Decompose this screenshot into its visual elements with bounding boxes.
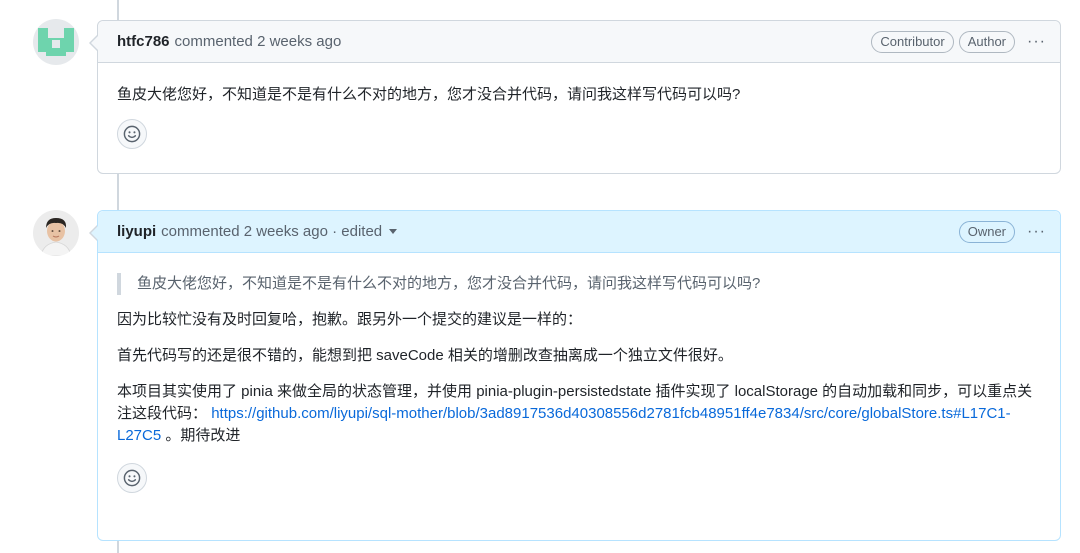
contributor-badge: Contributor	[871, 30, 954, 53]
comment-paragraph: 鱼皮大佬您好，不知道是不是有什么不对的地方，您才没合并代码，请问我这样写代码可以…	[117, 86, 741, 103]
smiley-icon	[123, 469, 141, 487]
comment-meta[interactable]: commented 2 weeks ago · edited	[161, 223, 382, 240]
smiley-icon	[123, 125, 141, 143]
add-reaction-button[interactable]	[117, 119, 147, 149]
kebab-horizontal-icon[interactable]: ···	[1027, 223, 1046, 241]
comment-body: 鱼皮大佬您好，不知道是不是有什么不对的地方，您才没合并代码，请问我这样写代码可以…	[98, 63, 1060, 149]
comment-body: 鱼皮大佬您好，不知道是不是有什么不对的地方，您才没合并代码，请问我这样写代码可以…	[98, 253, 1060, 493]
comment-paragraph: 因为比较忙没有及时回复哈，抱歉。跟另外一个提交的建议是一样的：	[117, 311, 583, 328]
timeline-line	[117, 174, 119, 210]
comment-text: 。期待改进	[165, 427, 241, 444]
comment-header: htfc786 commented 2 weeks ago Contributo…	[98, 21, 1060, 63]
code-link[interactable]: https://github.com/liyupi/sql-mother/blo…	[117, 405, 1011, 444]
triangle-down-icon[interactable]	[389, 229, 398, 234]
timeline-line	[117, 541, 119, 553]
author-badge: Author	[958, 30, 1016, 53]
comment-htfc786: htfc786 commented 2 weeks ago Contributo…	[89, 20, 1061, 174]
comment-paragraph: 首先代码写的还是很不错的，能想到把 saveCode 相关的增删改查抽离成一个独…	[117, 347, 733, 364]
kebab-horizontal-icon[interactable]: ···	[1027, 33, 1046, 51]
comment-meta[interactable]: commented 2 weeks ago	[175, 33, 342, 50]
timeline-line	[117, 0, 119, 20]
avatar[interactable]	[33, 210, 79, 256]
blockquote: 鱼皮大佬您好，不知道是不是有什么不对的地方，您才没合并代码，请问我这样写代码可以…	[117, 273, 1041, 295]
avatar[interactable]	[33, 19, 79, 65]
user-photo-avatar-icon	[33, 210, 79, 256]
comment-paragraph: 本项目其实使用了 pinia 来做全局的状态管理，并使用 pinia-plugi…	[117, 381, 1041, 447]
comment-author[interactable]: liyupi	[117, 223, 156, 240]
comment-author[interactable]: htfc786	[117, 33, 170, 50]
add-reaction-button[interactable]	[117, 463, 147, 493]
comment-liyupi: liyupi commented 2 weeks ago · edited Ow…	[89, 210, 1061, 541]
comment-header: liyupi commented 2 weeks ago · edited Ow…	[98, 211, 1060, 253]
identicon-avatar-icon	[33, 19, 79, 65]
owner-badge: Owner	[958, 220, 1016, 243]
